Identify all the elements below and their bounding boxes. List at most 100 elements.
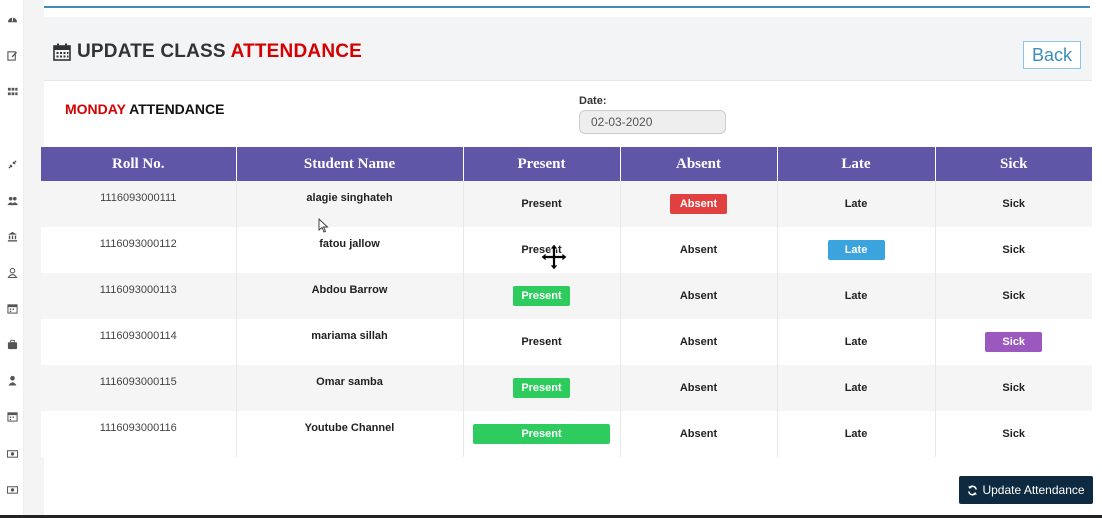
present-option[interactable]: Present — [515, 332, 567, 352]
calendar-icon[interactable] — [5, 409, 19, 423]
user-icon[interactable] — [5, 373, 19, 387]
present-option[interactable]: Present — [473, 424, 610, 444]
back-button[interactable]: Back — [1023, 41, 1081, 69]
present-option[interactable]: Present — [515, 194, 567, 214]
sick-cell: Sick — [935, 319, 1092, 365]
late-cell: Late — [777, 319, 936, 365]
student-name-cell: Abdou Barrow — [236, 273, 464, 319]
late-cell: Late — [777, 411, 936, 457]
day-name: MONDAY — [65, 101, 126, 117]
column-header-name: Student Name — [236, 147, 464, 181]
dashboard-icon[interactable] — [5, 12, 19, 26]
late-option[interactable]: Late — [839, 378, 874, 398]
update-attendance-label: Update Attendance — [982, 483, 1085, 497]
absent-option[interactable]: Absent — [674, 286, 723, 306]
table-header-row: Roll No. Student Name Present Absent Lat… — [41, 147, 1092, 181]
sick-option[interactable]: Sick — [985, 332, 1043, 352]
roll-number-cell: 1116093000114 — [41, 319, 237, 365]
money-icon[interactable] — [5, 446, 19, 460]
sick-cell: Sick — [935, 273, 1092, 319]
refresh-icon — [968, 485, 978, 495]
sick-cell: Sick — [935, 365, 1092, 411]
absent-cell: Absent — [620, 319, 778, 365]
panel-top-border — [44, 6, 1090, 8]
column-header-roll: Roll No. — [41, 147, 237, 181]
roll-number-cell: 1116093000116 — [41, 411, 237, 457]
student-name-cell: fatou jallow — [236, 227, 464, 273]
move-cursor-icon — [540, 243, 568, 271]
column-header-absent: Absent — [620, 147, 778, 181]
student-name-cell: alagie singhateh — [236, 181, 464, 227]
present-cell: Present — [463, 319, 621, 365]
roll-number-cell: 1116093000111 — [41, 181, 237, 227]
table-row: 1116093000114 mariama sillah Present Absent… — [41, 319, 1092, 365]
absent-option[interactable]: Absent — [674, 378, 723, 398]
present-option[interactable]: Present — [513, 286, 570, 306]
present-cell: Present — [463, 411, 621, 457]
page-title-main: UPDATE CLASS — [77, 41, 226, 62]
absent-cell: Absent — [620, 227, 778, 273]
absent-cell: Absent — [620, 365, 778, 411]
sick-option[interactable]: Sick — [996, 424, 1031, 444]
late-cell: Late — [777, 273, 936, 319]
sick-option[interactable]: Sick — [996, 378, 1031, 398]
late-cell: Late — [777, 227, 936, 273]
absent-option[interactable]: Absent — [674, 424, 723, 444]
sick-option[interactable]: Sick — [996, 240, 1031, 260]
day-attendance-title: MONDAY ATTENDANCE — [65, 101, 224, 117]
edit-icon[interactable] — [5, 48, 19, 62]
sick-cell: Sick — [935, 411, 1092, 457]
user-outline-icon[interactable] — [5, 265, 19, 279]
sick-cell: Sick — [935, 227, 1092, 273]
money-icon[interactable] — [5, 482, 19, 496]
absent-cell: Absent — [620, 411, 778, 457]
sick-option[interactable]: Sick — [996, 194, 1031, 214]
page-title-accent: ATTENDANCE — [230, 41, 363, 62]
late-option[interactable]: Late — [839, 286, 874, 306]
absent-option[interactable]: Absent — [670, 194, 727, 214]
table-row: 1116093000111 alagie singhateh Present Abse… — [41, 181, 1092, 227]
late-option[interactable]: Late — [839, 194, 874, 214]
roll-number-cell: 1116093000113 — [41, 273, 237, 319]
calendar-icon[interactable] — [5, 301, 19, 315]
late-cell: Late — [777, 181, 936, 227]
absent-option[interactable]: Absent — [674, 332, 723, 352]
briefcase-icon[interactable] — [5, 337, 19, 351]
late-option[interactable]: Late — [827, 240, 885, 260]
late-cell: Late — [777, 365, 936, 411]
sick-option[interactable]: Sick — [996, 286, 1031, 306]
institution-icon[interactable] — [5, 229, 19, 243]
present-cell: Present — [463, 273, 621, 319]
calendar-icon — [53, 43, 71, 61]
roll-number-cell: 1116093000112 — [41, 227, 237, 273]
absent-cell: Absent — [620, 273, 778, 319]
grid-icon[interactable] — [5, 84, 19, 98]
student-name-cell: Youtube Channel — [236, 411, 464, 457]
column-header-sick: Sick — [935, 147, 1092, 181]
sick-cell: Sick — [935, 181, 1092, 227]
student-name-cell: Omar samba — [236, 365, 464, 411]
table-row: 1116093000113 Abdou Barrow Present Absent La… — [41, 273, 1092, 319]
present-option[interactable]: Present — [513, 378, 570, 398]
student-name-cell: mariama sillah — [236, 319, 464, 365]
column-header-late: Late — [777, 147, 936, 181]
mouse-pointer-icon — [318, 218, 329, 233]
date-field[interactable]: 02-03-2020 — [579, 110, 726, 134]
users-icon[interactable] — [5, 193, 19, 207]
late-option[interactable]: Late — [839, 424, 874, 444]
sidebar — [0, 0, 24, 518]
attendance-table: Roll No. Student Name Present Absent Lat… — [41, 147, 1092, 457]
late-option[interactable]: Late — [839, 332, 874, 352]
table-row: 1116093000115 Omar samba Present Absent Late… — [41, 365, 1092, 411]
absent-option[interactable]: Absent — [674, 240, 723, 260]
table-row: 1116093000116 Youtube Channel Present Absen… — [41, 411, 1092, 457]
panel-heading: UPDATE CLASS ATTENDANCE Back — [44, 17, 1092, 81]
column-header-present: Present — [463, 147, 621, 181]
present-cell: Present — [463, 181, 621, 227]
update-attendance-button[interactable]: Update Attendance — [959, 476, 1093, 504]
absent-cell: Absent — [620, 181, 778, 227]
page-title: UPDATE CLASS ATTENDANCE — [77, 41, 362, 63]
present-cell: Present — [463, 365, 621, 411]
compress-icon[interactable] — [5, 157, 19, 171]
day-title-rest: ATTENDANCE — [129, 101, 225, 117]
